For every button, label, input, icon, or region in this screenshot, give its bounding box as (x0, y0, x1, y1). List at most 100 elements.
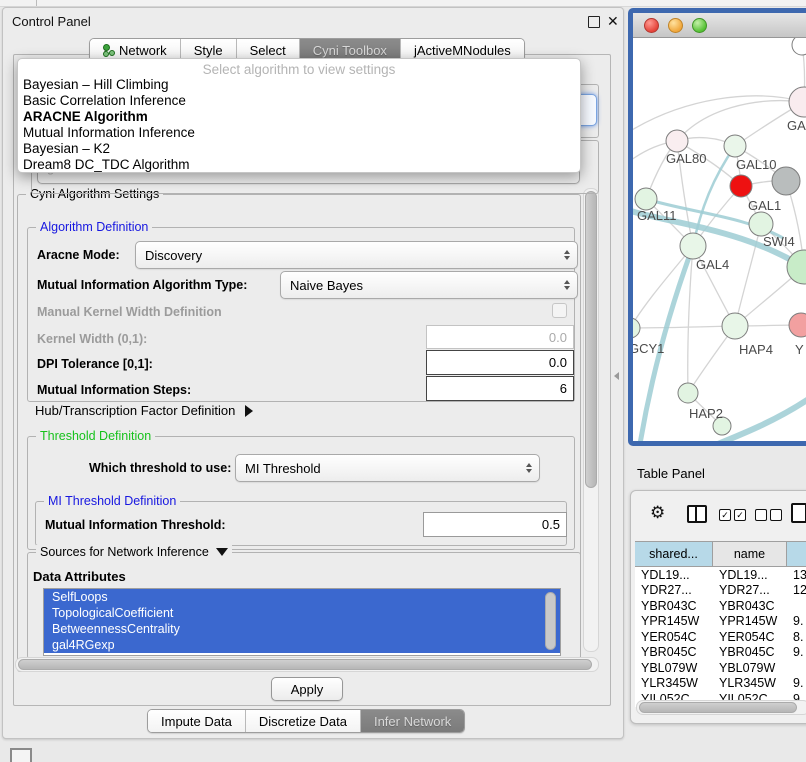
network-edge[interactable] (633, 246, 693, 328)
settings-horizontal-scrollbar-thumb[interactable] (18, 659, 592, 670)
tab-label: Impute Data (161, 714, 232, 729)
which-threshold-value: MI Threshold (245, 461, 321, 476)
network-node[interactable] (789, 313, 806, 337)
network-node[interactable] (722, 313, 748, 339)
table-horizontal-scrollbar-thumb[interactable] (639, 702, 797, 713)
bottom-tab-bar: Impute Data Discretize DataInfer Network (147, 709, 465, 733)
network-node[interactable] (666, 130, 688, 152)
network-edge[interactable] (677, 101, 804, 141)
network-node[interactable] (678, 383, 698, 403)
tab-impute-data[interactable]: Impute Data (148, 710, 246, 732)
table-cell[interactable]: YER054C (635, 629, 713, 645)
kernel-width-field[interactable]: 0.0 (426, 325, 574, 349)
network-node[interactable] (789, 87, 806, 117)
sources-group-header[interactable]: Sources for Network Inference (36, 545, 232, 559)
table-cell[interactable]: 12 (787, 583, 806, 599)
algorithm-popup-item[interactable]: Mutual Information Inference (18, 125, 580, 141)
table-cell[interactable]: 9. (787, 645, 806, 661)
settings-vertical-scrollbar-thumb[interactable] (585, 191, 597, 488)
manual-kernel-checkbox[interactable] (552, 303, 567, 318)
network-canvas[interactable]: GALGAL80GAL10GAL1GAL11SWI4GAL4GCY1HAP4YH… (633, 38, 806, 442)
network-edge[interactable] (633, 96, 804, 133)
network-window-titlebar[interactable] (633, 13, 806, 38)
which-threshold-combo[interactable]: MI Threshold (235, 454, 540, 482)
network-edge[interactable] (633, 326, 735, 328)
select-all-checkboxes-icon[interactable]: ✓✓ (719, 509, 746, 521)
table-cell[interactable]: YPR145W (635, 614, 713, 630)
data-attributes-list[interactable]: SelfLoopsTopologicalCoefficientBetweenne… (43, 588, 561, 656)
table-cell[interactable]: YBR045C (713, 645, 787, 661)
network-node[interactable] (730, 175, 752, 197)
table-cell[interactable] (787, 598, 806, 614)
table-cell[interactable]: YLR345W (713, 676, 787, 692)
aracne-mode-combo[interactable]: Discovery (135, 241, 578, 269)
document-icon[interactable] (791, 503, 806, 523)
hub-definition-disclosure[interactable]: Hub/Transcription Factor Definition (35, 403, 253, 418)
table-cell[interactable]: YLR345W (635, 676, 713, 692)
minimize-traffic-light-icon[interactable] (668, 18, 683, 33)
network-node[interactable] (724, 135, 746, 157)
mi-type-combo[interactable]: Naive Bayes (280, 271, 578, 299)
table-cell[interactable]: YBR043C (713, 598, 787, 614)
network-node[interactable] (792, 38, 806, 55)
dpi-tolerance-label: DPI Tolerance [0,1]: (37, 357, 153, 371)
table-cell[interactable]: YER054C (713, 629, 787, 645)
table-cell[interactable] (787, 660, 806, 676)
algorithm-popup-item[interactable]: Dream8 DC_TDC Algorithm (18, 157, 580, 173)
table-cell[interactable]: YDR27... (713, 583, 787, 599)
algorithm-popup-item[interactable]: Basic Correlation Inference (18, 93, 580, 109)
network-node[interactable] (680, 233, 706, 259)
deselect-all-checkboxes-icon[interactable] (755, 509, 782, 521)
table-cell[interactable]: 8. (787, 629, 806, 645)
data-attribute-item[interactable]: SelfLoops (44, 589, 560, 605)
panel-collapse-arrow-icon[interactable] (614, 372, 619, 380)
table-cell[interactable]: YDR27... (635, 583, 713, 599)
table-cell[interactable]: YBR043C (635, 598, 713, 614)
algorithm-popup-item[interactable]: ARACNE Algorithm (18, 109, 580, 125)
algorithm-popup-item[interactable]: Bayesian – K2 (18, 141, 580, 157)
data-attribute-item[interactable]: gal4RGexp (44, 637, 560, 653)
mi-threshold-field[interactable]: 0.5 (423, 512, 567, 537)
table-column-header[interactable]: shared... (635, 541, 713, 567)
table-cell[interactable]: YBL079W (713, 660, 787, 676)
data-attribute-item[interactable]: BetweennessCentrality (44, 621, 560, 637)
network-node-label: HAP4 (739, 342, 773, 357)
tab-label: Network (119, 43, 167, 58)
table-column-header[interactable]: A (787, 541, 806, 567)
close-traffic-light-icon[interactable] (644, 18, 659, 33)
network-node-label: GAL1 (748, 198, 781, 213)
network-node[interactable] (633, 318, 640, 338)
dpi-tolerance-field[interactable]: 0.0 (426, 350, 574, 375)
table-panel-title: Table Panel (637, 466, 705, 481)
algorithm-popup-item[interactable]: Bayesian – Hill Climbing (18, 77, 580, 93)
table-cell[interactable]: YPR145W (713, 614, 787, 630)
network-node[interactable] (635, 188, 657, 210)
settings-vertical-scrollbar[interactable] (583, 188, 599, 652)
attributes-list-scrollbar-thumb[interactable] (545, 592, 556, 650)
apply-button[interactable]: Apply (271, 677, 343, 701)
split-view-icon[interactable] (687, 505, 707, 523)
network-edge[interactable] (688, 246, 693, 393)
table-column-header[interactable]: name (713, 541, 787, 567)
network-node-label: GAL (787, 118, 806, 133)
network-node[interactable] (749, 212, 773, 236)
zoom-traffic-light-icon[interactable] (692, 18, 707, 33)
table-cell[interactable]: YDL19... (635, 567, 713, 583)
table-cell[interactable]: YDL19... (713, 567, 787, 583)
table-cell[interactable]: 9. (787, 614, 806, 630)
table-horizontal-scrollbar[interactable] (636, 700, 806, 715)
tab-infer-network[interactable]: Infer Network (361, 710, 464, 732)
table-cell[interactable]: YBL079W (635, 660, 713, 676)
close-icon[interactable]: ✕ (607, 14, 619, 28)
mi-steps-field[interactable]: 6 (426, 376, 574, 401)
table-cell[interactable]: YBR045C (635, 645, 713, 661)
table-cell[interactable]: 9. (787, 676, 806, 692)
settings-horizontal-scrollbar[interactable] (15, 657, 599, 672)
minimized-panel-icon[interactable] (10, 748, 32, 762)
float-window-icon[interactable] (588, 16, 600, 28)
gear-icon[interactable]: ⚙ (650, 504, 665, 521)
tab-discretize-data[interactable]: Discretize Data (246, 710, 361, 732)
mi-threshold-label: Mutual Information Threshold: (45, 518, 226, 532)
data-attribute-item[interactable]: TopologicalCoefficient (44, 605, 560, 621)
table-cell[interactable]: 13 (787, 567, 806, 583)
